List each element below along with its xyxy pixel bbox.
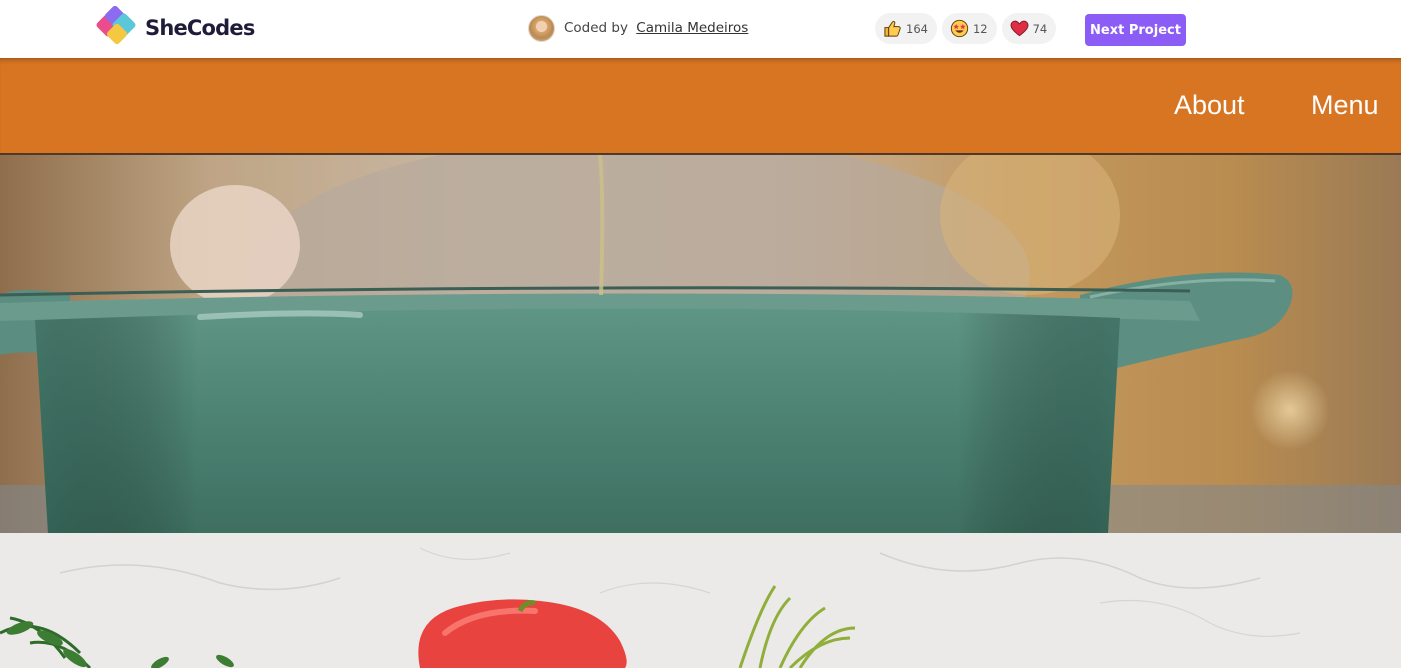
reaction-thumbs-up[interactable]: 164 xyxy=(875,13,937,44)
reaction-count: 12 xyxy=(972,21,988,36)
reaction-heart[interactable]: 74 xyxy=(1001,13,1057,44)
author-link[interactable]: Camila Medeiros xyxy=(636,20,748,36)
thumbs-up-icon xyxy=(884,20,901,37)
reaction-count: 74 xyxy=(1032,21,1048,36)
hero-image xyxy=(0,155,1401,533)
shecodes-logo[interactable]: SheCodes xyxy=(95,6,255,50)
coded-by-prefix: Coded by xyxy=(564,20,628,36)
next-project-button[interactable]: Next Project xyxy=(1085,14,1186,46)
heart-icon xyxy=(1010,20,1029,37)
reaction-count: 164 xyxy=(906,21,928,36)
reactions: 164 12 74 xyxy=(875,13,1057,44)
shecodes-logo-icon xyxy=(96,6,136,45)
nav-link-about[interactable]: About xyxy=(1174,90,1245,121)
avatar xyxy=(528,14,555,42)
coded-by-text: Coded by Camila Medeiros xyxy=(564,20,748,36)
coded-by: Coded by Camila Medeiros xyxy=(528,14,748,42)
reaction-star-struck[interactable]: 12 xyxy=(941,13,997,44)
shecodes-top-bar: SheCodes Coded by Camila Medeiros 164 12 xyxy=(0,0,1401,58)
vegetables-image xyxy=(0,533,1401,668)
site-nav: About Menu xyxy=(0,58,1401,155)
star-struck-icon xyxy=(950,19,969,38)
logo-text: SheCodes xyxy=(145,16,255,40)
nav-link-menu[interactable]: Menu xyxy=(1311,90,1379,121)
